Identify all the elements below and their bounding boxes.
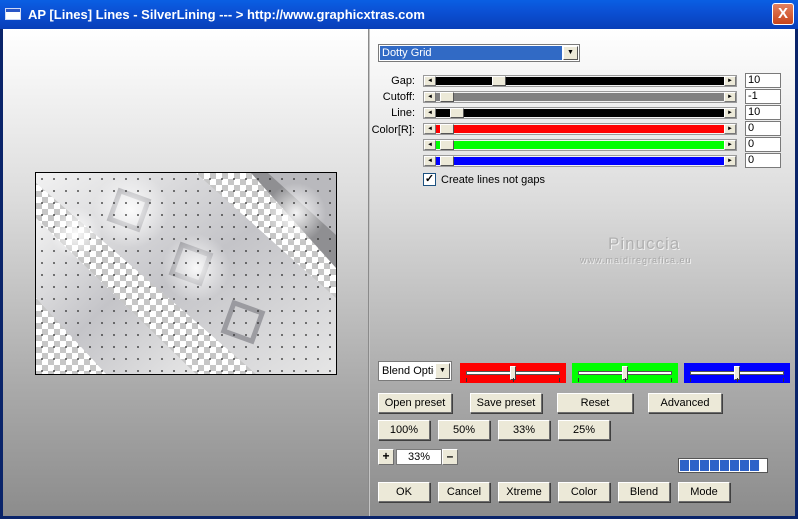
green-thumb[interactable]: [440, 140, 454, 150]
tick: [671, 378, 672, 382]
green-track: [436, 140, 724, 150]
reset-button[interactable]: Reset: [557, 393, 633, 413]
scroll-right-icon[interactable]: ►: [724, 124, 736, 134]
gap-track: [436, 76, 724, 86]
ok-button[interactable]: OK: [378, 482, 430, 502]
progress-segment: [750, 460, 759, 471]
line-slider[interactable]: ◄ ►: [423, 107, 737, 119]
preset-dropdown[interactable]: Dotty Grid ▼: [378, 44, 580, 62]
gap-thumb[interactable]: [492, 76, 506, 86]
line-thumb[interactable]: [450, 108, 464, 118]
preview-canvas: [35, 172, 337, 375]
progress-segment: [740, 460, 749, 471]
progress-segment: [710, 460, 719, 471]
blend-button[interactable]: Blend: [618, 482, 670, 502]
preset-value: Dotty Grid: [380, 46, 562, 60]
red-thumb[interactable]: [440, 124, 454, 134]
progress-bar: [678, 458, 768, 473]
watermark-url: www.maidiregrafica.eu: [580, 255, 692, 265]
tick: [690, 378, 691, 382]
mode-button[interactable]: Mode: [678, 482, 730, 502]
chevron-down-icon[interactable]: ▼: [435, 363, 450, 379]
tick: [466, 378, 467, 382]
blend-options-value: Blend Optio: [382, 365, 434, 377]
open-preset-button[interactable]: Open preset: [378, 393, 452, 413]
tick: [513, 378, 514, 382]
blue-thumb[interactable]: [440, 156, 454, 166]
gap-value[interactable]: 10: [745, 73, 781, 88]
zoom-25-button[interactable]: 25%: [558, 420, 610, 440]
tick: [783, 378, 784, 382]
red-blend-slider[interactable]: [460, 363, 566, 383]
red-value[interactable]: 0: [745, 121, 781, 136]
tick: [737, 378, 738, 382]
zoom-level-field[interactable]: 33%: [396, 449, 442, 465]
zoom-in-button[interactable]: +: [378, 449, 394, 465]
xtreme-button[interactable]: Xtreme: [498, 482, 550, 502]
color-green-slider[interactable]: ◄ ►: [423, 139, 737, 151]
scroll-right-icon[interactable]: ►: [724, 92, 736, 102]
cutoff-thumb[interactable]: [440, 92, 454, 102]
create-lines-checkbox[interactable]: ✓: [423, 173, 436, 186]
line-value[interactable]: 10: [745, 105, 781, 120]
scroll-left-icon[interactable]: ◄: [424, 140, 436, 150]
scroll-right-icon[interactable]: ►: [724, 108, 736, 118]
progress-segment: [720, 460, 729, 471]
scroll-left-icon[interactable]: ◄: [424, 124, 436, 134]
cutoff-slider[interactable]: ◄ ►: [423, 91, 737, 103]
scroll-right-icon[interactable]: ►: [724, 76, 736, 86]
line-track: [436, 108, 724, 118]
color-button[interactable]: Color: [558, 482, 610, 502]
cutoff-track: [436, 92, 724, 102]
color-red-slider[interactable]: ◄ ►: [423, 123, 737, 135]
zoom-33-button[interactable]: 33%: [498, 420, 550, 440]
chevron-down-icon[interactable]: ▼: [563, 46, 578, 60]
progress-segment: [680, 460, 689, 471]
green-blend-slider[interactable]: [572, 363, 678, 383]
zoom-out-button[interactable]: –: [442, 449, 458, 465]
progress-segment: [730, 460, 739, 471]
progress-segment: [700, 460, 709, 471]
blue-blend-slider[interactable]: [684, 363, 790, 383]
close-button[interactable]: X: [772, 3, 794, 25]
scroll-left-icon[interactable]: ◄: [424, 156, 436, 166]
app-icon: [5, 8, 21, 20]
preview-image: [36, 173, 336, 374]
cutoff-label: Cutoff:: [382, 91, 415, 103]
title-bar: AP [Lines] Lines - SilverLining --- > ht…: [0, 0, 798, 29]
tick: [559, 378, 560, 382]
scroll-left-icon[interactable]: ◄: [424, 108, 436, 118]
gap-slider[interactable]: ◄ ►: [423, 75, 737, 87]
blue-track: [436, 156, 724, 166]
save-preset-button[interactable]: Save preset: [470, 393, 542, 413]
cancel-button[interactable]: Cancel: [438, 482, 490, 502]
red-track: [436, 124, 724, 134]
cutoff-value[interactable]: -1: [745, 89, 781, 104]
scroll-left-icon[interactable]: ◄: [424, 92, 436, 102]
progress-segment: [690, 460, 699, 471]
green-value[interactable]: 0: [745, 137, 781, 152]
tick: [625, 378, 626, 382]
blue-value[interactable]: 0: [745, 153, 781, 168]
gap-label: Gap:: [391, 75, 415, 87]
blend-options-dropdown[interactable]: Blend Optio ▼: [378, 361, 452, 381]
watermark-title: Pinuccia: [608, 234, 681, 253]
scroll-right-icon[interactable]: ►: [724, 140, 736, 150]
scroll-left-icon[interactable]: ◄: [424, 76, 436, 86]
create-lines-label: Create lines not gaps: [441, 174, 545, 186]
color-blue-slider[interactable]: ◄ ►: [423, 155, 737, 167]
color-r-label: Color[R]:: [371, 124, 415, 136]
tick: [578, 378, 579, 382]
line-label: Line:: [391, 107, 415, 119]
advanced-button[interactable]: Advanced: [648, 393, 722, 413]
scroll-right-icon[interactable]: ►: [724, 156, 736, 166]
zoom-100-button[interactable]: 100%: [378, 420, 430, 440]
zoom-50-button[interactable]: 50%: [438, 420, 490, 440]
window-title: AP [Lines] Lines - SilverLining --- > ht…: [28, 7, 425, 22]
